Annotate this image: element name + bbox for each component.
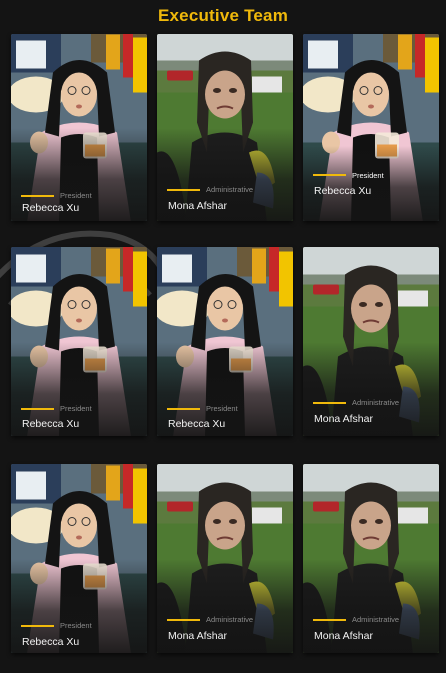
member-role: President [60,621,92,630]
member-role: Administrative [206,185,254,194]
member-name: Mona Afshar [168,200,227,212]
role-divider [167,408,200,410]
member-role: Administrative [352,615,400,624]
team-card[interactable]: President Rebecca Xu [11,34,147,221]
team-card[interactable]: Administrative Mona Afshar [157,34,293,221]
member-name: Rebecca Xu [22,418,80,430]
role-divider [313,402,346,404]
role-divider [167,619,200,621]
role-divider [21,625,54,627]
member-name: Rebecca Xu [22,202,80,214]
team-card[interactable]: Administrative Mona Afshar [303,247,439,436]
member-role: President [60,191,92,200]
team-card[interactable]: Administrative Mona Afshar [303,464,439,653]
member-role: President [60,404,92,413]
team-card[interactable]: President Rebecca Xu [157,247,293,436]
member-role: Administrative [352,398,400,407]
member-name: Mona Afshar [314,413,373,425]
member-name: Rebecca Xu [314,185,372,197]
role-divider [313,174,346,176]
role-divider [21,408,54,410]
team-card[interactable]: President Rebecca Xu [11,247,147,436]
team-card[interactable]: President Rebecca Xu [11,464,147,653]
role-divider [21,195,54,197]
page-title: Executive Team [157,6,289,25]
member-name: Rebecca Xu [168,418,226,430]
member-role: Administrative [206,615,254,624]
member-name: Mona Afshar [168,630,227,642]
role-divider [167,189,200,191]
member-role: President [352,171,384,180]
team-card[interactable]: Administrative Mona Afshar [157,464,293,653]
team-card[interactable]: President Rebecca Xu [303,34,439,221]
member-role: President [206,404,238,413]
member-name: Rebecca Xu [22,636,80,648]
role-divider [313,619,346,621]
member-name: Mona Afshar [314,630,373,642]
